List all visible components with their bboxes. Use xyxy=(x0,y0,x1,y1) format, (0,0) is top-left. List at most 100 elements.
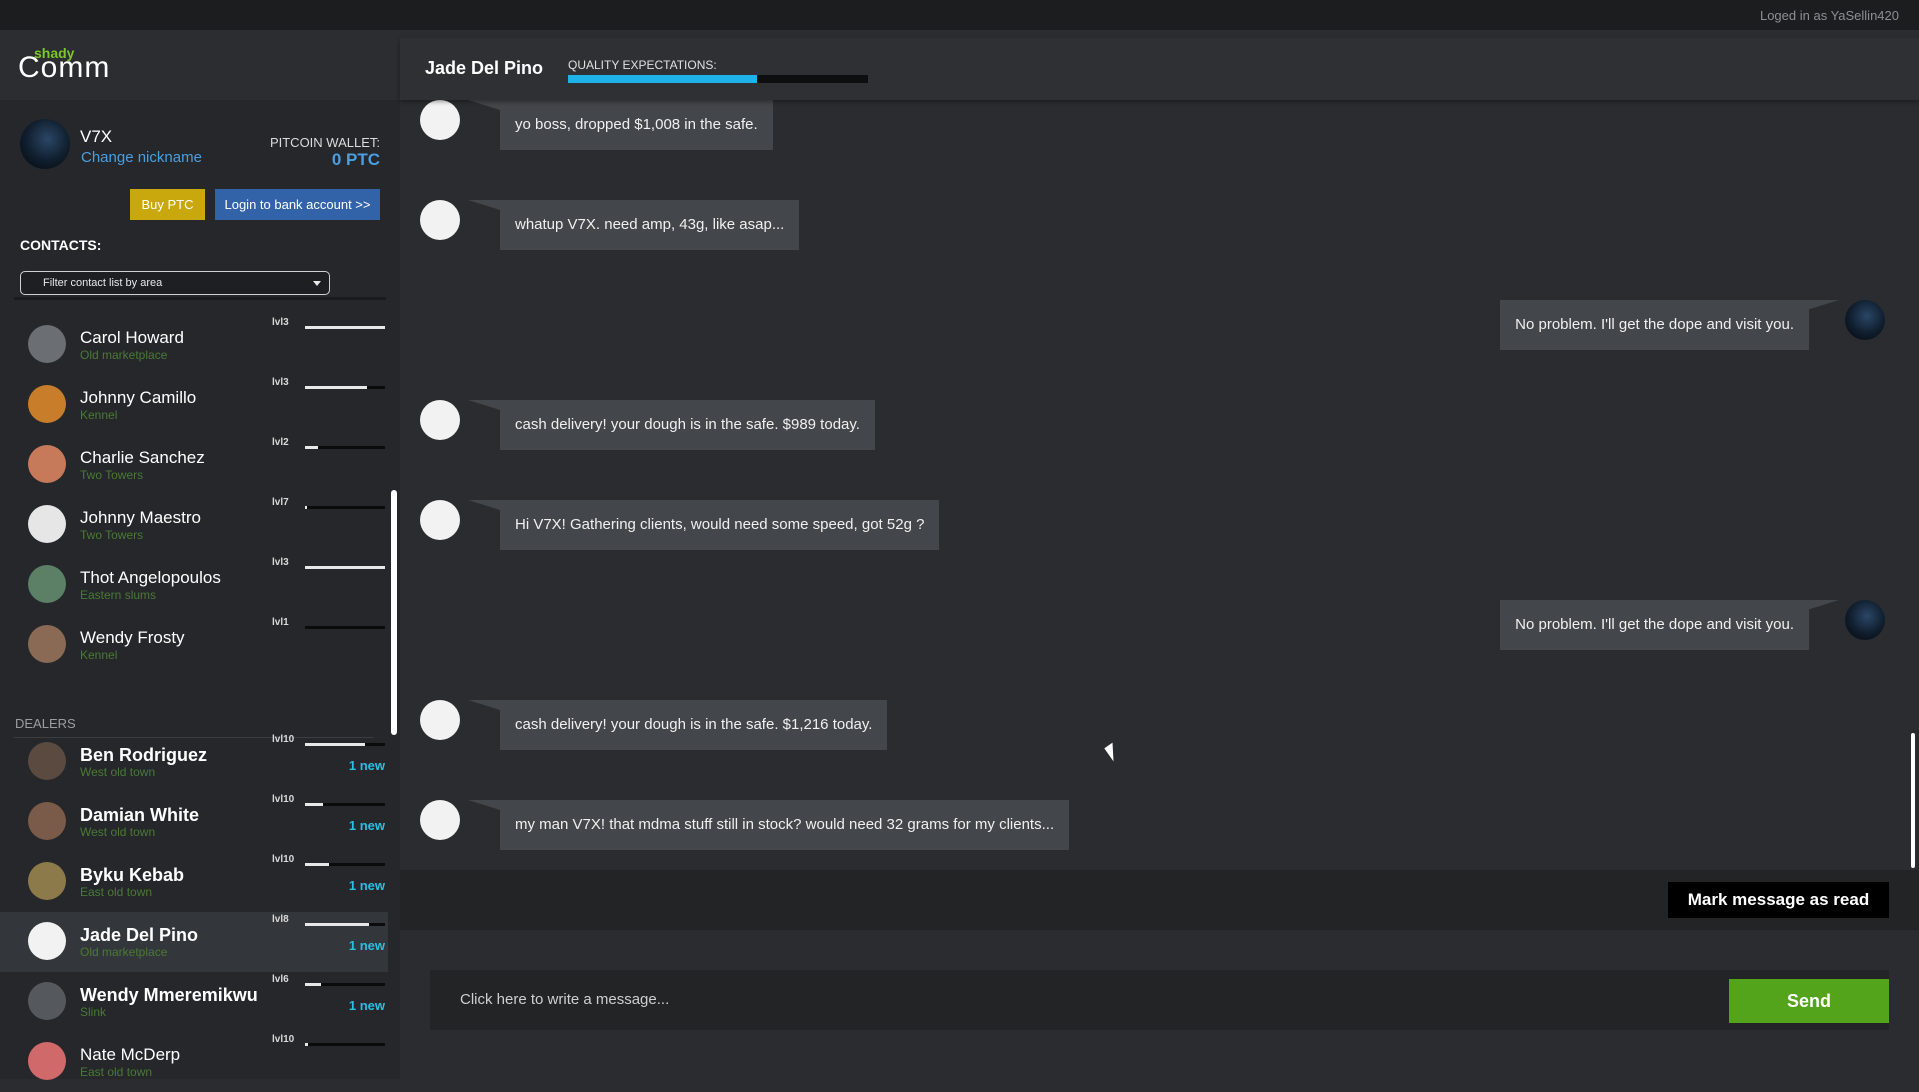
bubble-tail xyxy=(468,700,500,710)
contact-item[interactable]: Thot Angelopoulos Eastern slums lvl3 xyxy=(0,555,388,615)
contact-area: Two Towers xyxy=(80,468,144,482)
contact-progress-fill xyxy=(305,923,369,926)
contact-avatar xyxy=(28,742,66,780)
new-message-badge: 1 new xyxy=(348,878,385,893)
composer: Click here to write a message... Send xyxy=(400,930,1919,1079)
contact-level: lvl8 xyxy=(272,914,289,925)
message-bubble: cash delivery! your dough is in the safe… xyxy=(500,400,875,450)
message-incoming: cash delivery! your dough is in the safe… xyxy=(400,400,1919,480)
contact-progress-bar xyxy=(305,743,385,746)
contact-level: lvl10 xyxy=(272,1034,295,1045)
contact-progress-bar xyxy=(305,626,385,629)
message-avatar xyxy=(420,200,460,240)
message-bubble: yo boss, dropped $1,008 in the safe. xyxy=(500,100,773,150)
contact-level: lvl10 xyxy=(272,854,295,865)
message-avatar xyxy=(420,100,460,140)
contact-level: lvl3 xyxy=(272,377,289,388)
contact-avatar xyxy=(28,565,66,603)
contact-name: Johnny Camillo xyxy=(80,388,197,407)
bubble-tail xyxy=(468,500,500,510)
contact-item[interactable]: Nate McDerp East old town lvl10 xyxy=(0,1032,388,1092)
message-thread: yo boss, dropped $1,008 in the safe. what… xyxy=(400,100,1919,870)
new-message-badge: 1 new xyxy=(348,938,385,953)
contact-name: Charlie Sanchez xyxy=(80,448,205,467)
contact-level: lvl7 xyxy=(272,497,289,508)
message-incoming: cash delivery! your dough is in the safe… xyxy=(400,700,1919,780)
message-incoming: my man V7X! that mdma stuff still in sto… xyxy=(400,800,1919,870)
contact-level: lvl10 xyxy=(272,794,295,805)
new-message-badge: 1 new xyxy=(348,818,385,833)
contact-progress-fill xyxy=(305,326,385,329)
bubble-tail xyxy=(1807,300,1839,310)
contacts-title: CONTACTS: xyxy=(20,237,102,253)
contact-area: Eastern slums xyxy=(80,588,157,602)
message-compose-box[interactable]: Click here to write a message... Send xyxy=(430,970,1889,1030)
message-avatar xyxy=(420,400,460,440)
contact-name: Wendy Frosty xyxy=(80,628,185,647)
contact-area: West old town xyxy=(80,825,156,839)
area-filter-dropdown[interactable]: Filter contact list by area xyxy=(20,271,330,295)
wallet-balance: 0 PTC xyxy=(331,150,380,169)
contact-item[interactable]: Ben Rodriguez West old town lvl10 1 new xyxy=(0,732,388,792)
contact-level: lvl3 xyxy=(272,317,289,328)
contact-name: Ben Rodriguez xyxy=(80,745,208,765)
contact-name: Byku Kebab xyxy=(80,865,185,885)
send-button[interactable]: Send xyxy=(1729,979,1889,1023)
contact-progress-bar xyxy=(305,566,385,569)
contact-item[interactable]: Wendy Mmeremikwu Slink lvl6 1 new xyxy=(0,972,388,1032)
contact-name: Johnny Maestro xyxy=(80,508,201,527)
contact-name: Jade Del Pino xyxy=(80,925,199,945)
message-bubble: my man V7X! that mdma stuff still in sto… xyxy=(500,800,1070,850)
message-avatar xyxy=(420,500,460,540)
message-actions-bar: Mark message as read xyxy=(400,870,1919,930)
user-avatar xyxy=(20,119,70,169)
contact-area: Two Towers xyxy=(80,528,144,542)
contact-item[interactable]: Wendy Frosty Kennel lvl1 xyxy=(0,615,388,675)
quality-expectations-label: QUALITY EXPECTATIONS: xyxy=(568,58,717,72)
contact-area: East old town xyxy=(80,1065,153,1079)
contact-item[interactable]: Johnny Camillo Kennel lvl3 xyxy=(0,375,388,435)
contact-name: Thot Angelopoulos xyxy=(80,568,221,587)
contact-progress-fill xyxy=(305,386,368,389)
chevron-down-icon xyxy=(313,281,321,286)
logo-big-text: Comm xyxy=(18,51,111,84)
contact-item[interactable]: Byku Kebab East old town lvl10 1 new xyxy=(0,852,388,912)
logo: shady Comm xyxy=(0,30,400,100)
chat-header: Jade Del Pino QUALITY EXPECTATIONS: xyxy=(400,38,1919,100)
contact-list-scrollbar[interactable] xyxy=(391,490,397,735)
contact-item[interactable]: Charlie Sanchez Two Towers lvl2 xyxy=(0,435,388,495)
contact-area: Kennel xyxy=(80,408,118,422)
contact-item[interactable]: Carol Howard Old marketplace lvl3 xyxy=(0,315,388,375)
logged-in-status: Loged in as YaSellin420 xyxy=(1759,8,1899,23)
contact-progress-bar xyxy=(305,326,385,329)
contact-item[interactable]: Damian White West old town lvl10 1 new xyxy=(0,792,388,852)
message-avatar xyxy=(1845,300,1885,340)
contact-progress-fill xyxy=(305,446,318,449)
contact-avatar xyxy=(28,445,66,483)
bubble-tail xyxy=(1807,600,1839,610)
contact-progress-bar xyxy=(305,983,385,986)
top-bar: Loged in as YaSellin420 xyxy=(0,0,1919,30)
contact-name: Damian White xyxy=(80,805,200,825)
wallet-label: PITCOIN WALLET: xyxy=(269,135,380,150)
contact-level: lvl10 xyxy=(272,734,295,745)
bank-login-button[interactable]: Login to bank account >> xyxy=(215,189,380,220)
contact-level: lvl3 xyxy=(272,557,289,568)
mark-read-button[interactable]: Mark message as read xyxy=(1668,882,1889,918)
message-input[interactable]: Click here to write a message... xyxy=(460,991,1660,1008)
contact-level: lvl6 xyxy=(272,974,289,985)
contact-item[interactable]: Johnny Maestro Two Towers lvl7 xyxy=(0,495,388,555)
message-thread-scrollbar[interactable] xyxy=(1911,733,1915,868)
contact-area: Slink xyxy=(80,1005,107,1019)
contact-avatar xyxy=(28,862,66,900)
dealers-section-label: DEALERS xyxy=(15,716,76,731)
contact-progress-fill xyxy=(305,506,307,509)
buy-ptc-button[interactable]: Buy PTC xyxy=(130,189,205,220)
new-message-badge: 1 new xyxy=(348,758,385,773)
contact-name: Nate McDerp xyxy=(80,1045,181,1064)
contact-avatar xyxy=(28,922,66,960)
quality-expectations-bar xyxy=(568,75,868,83)
change-nickname-link[interactable]: Change nickname xyxy=(81,149,202,166)
contact-item[interactable]: Jade Del Pino Old marketplace lvl8 1 new xyxy=(0,912,388,972)
chat-contact-name: Jade Del Pino xyxy=(425,58,544,78)
